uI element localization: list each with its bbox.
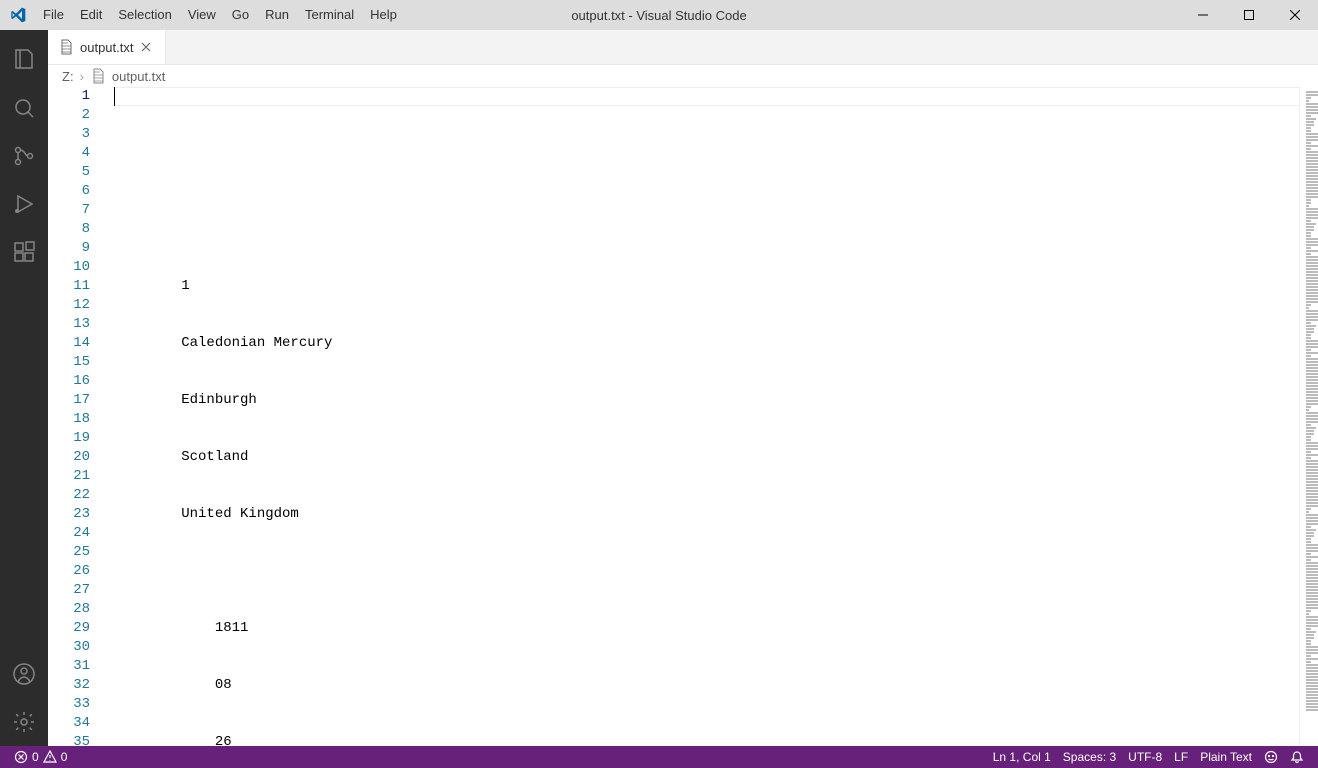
status-eol[interactable]: LF	[1168, 746, 1194, 768]
line-number: 24	[48, 524, 90, 543]
search-icon[interactable]	[0, 84, 48, 132]
current-line-highlight	[112, 87, 1299, 106]
minimap[interactable]	[1299, 87, 1318, 746]
explorer-icon[interactable]	[0, 36, 48, 84]
editor-content[interactable]: 1 Caledonian Mercury Edinburgh Scotland …	[112, 87, 1299, 746]
status-encoding[interactable]: UTF-8	[1122, 746, 1168, 768]
status-errors-count: 0	[32, 750, 39, 764]
status-notifications-icon[interactable]	[1284, 746, 1310, 768]
line-number: 13	[48, 315, 90, 334]
menu-view[interactable]: View	[180, 0, 224, 30]
status-warnings-count: 0	[61, 750, 68, 764]
file-icon	[90, 68, 106, 84]
minimap-content	[1300, 87, 1318, 716]
menu-edit[interactable]: Edit	[72, 0, 110, 30]
minimize-button[interactable]	[1180, 0, 1226, 30]
menu-terminal[interactable]: Terminal	[297, 0, 362, 30]
status-cursor-position[interactable]: Ln 1, Col 1	[987, 746, 1057, 768]
window-controls	[1180, 0, 1318, 30]
code-line: Scotland	[112, 448, 1299, 467]
status-bar: 0 0 Ln 1, Col 1 Spaces: 3 UTF-8 LF Plain…	[0, 746, 1318, 768]
line-number: 12	[48, 296, 90, 315]
line-number: 15	[48, 353, 90, 372]
editor-group: output.txt Z: › output.txt	[48, 30, 1318, 746]
menu-file[interactable]: File	[35, 0, 72, 30]
tab-close-icon[interactable]	[139, 40, 155, 54]
code-line: 08	[112, 676, 1299, 695]
code-line	[112, 562, 1299, 581]
close-button[interactable]	[1272, 0, 1318, 30]
line-number: 14	[48, 334, 90, 353]
tab-output-txt[interactable]: output.txt	[48, 30, 166, 64]
vscode-logo-icon	[0, 7, 35, 23]
line-number: 28	[48, 600, 90, 619]
status-feedback-icon[interactable]	[1258, 746, 1284, 768]
menu-help[interactable]: Help	[362, 0, 405, 30]
code-line: 1811	[112, 619, 1299, 638]
line-number: 3	[48, 125, 90, 144]
line-number: 6	[48, 182, 90, 201]
line-number: 35	[48, 733, 90, 746]
line-number: 8	[48, 220, 90, 239]
line-number: 25	[48, 543, 90, 562]
activity-bar	[0, 30, 48, 746]
text-cursor	[114, 87, 115, 106]
main-area: output.txt Z: › output.txt	[0, 30, 1318, 746]
line-number: 26	[48, 562, 90, 581]
file-icon	[58, 39, 74, 55]
code-line: 1	[112, 277, 1299, 296]
accounts-icon[interactable]	[0, 650, 48, 698]
menu-go[interactable]: Go	[224, 0, 257, 30]
title-bar: File Edit Selection View Go Run Terminal…	[0, 0, 1318, 30]
run-debug-icon[interactable]	[0, 180, 48, 228]
breadcrumb-file[interactable]: output.txt	[112, 69, 165, 84]
status-problems[interactable]: 0 0	[8, 746, 73, 768]
settings-gear-icon[interactable]	[0, 698, 48, 746]
line-number: 22	[48, 486, 90, 505]
line-number: 16	[48, 372, 90, 391]
code-line	[112, 163, 1299, 182]
line-number-gutter: 1 2 3 4 5 6 7 8 9 10 11 12 13 14 15 16 1…	[48, 87, 112, 746]
editor-tabs: output.txt	[48, 30, 1318, 65]
breadcrumb-root[interactable]: Z:	[62, 69, 74, 84]
code-line: Edinburgh	[112, 391, 1299, 410]
line-number: 33	[48, 695, 90, 714]
line-number: 27	[48, 581, 90, 600]
line-number: 30	[48, 638, 90, 657]
maximize-button[interactable]	[1226, 0, 1272, 30]
line-number: 18	[48, 410, 90, 429]
extensions-icon[interactable]	[0, 228, 48, 276]
code-line: 26	[112, 733, 1299, 746]
line-number: 10	[48, 258, 90, 277]
line-number: 2	[48, 106, 90, 125]
menu-selection[interactable]: Selection	[110, 0, 179, 30]
line-number: 34	[48, 714, 90, 733]
code-line	[112, 220, 1299, 239]
line-number: 1	[48, 87, 90, 106]
line-number: 31	[48, 657, 90, 676]
status-language-mode[interactable]: Plain Text	[1194, 746, 1258, 768]
line-number: 20	[48, 448, 90, 467]
status-indentation[interactable]: Spaces: 3	[1057, 746, 1122, 768]
line-number: 5	[48, 163, 90, 182]
line-number: 29	[48, 619, 90, 638]
line-number: 9	[48, 239, 90, 258]
line-number: 21	[48, 467, 90, 486]
text-editor[interactable]: 1 2 3 4 5 6 7 8 9 10 11 12 13 14 15 16 1…	[48, 87, 1318, 746]
line-number: 4	[48, 144, 90, 163]
code-line: Caledonian Mercury	[112, 334, 1299, 353]
line-number: 32	[48, 676, 90, 695]
line-number: 17	[48, 391, 90, 410]
code-line: United Kingdom	[112, 505, 1299, 524]
line-number: 23	[48, 505, 90, 524]
line-number: 19	[48, 429, 90, 448]
menu-run[interactable]: Run	[257, 0, 297, 30]
menu-bar: File Edit Selection View Go Run Terminal…	[35, 0, 405, 30]
tab-label: output.txt	[80, 40, 133, 55]
breadcrumb[interactable]: Z: › output.txt	[48, 65, 1318, 87]
chevron-right-icon: ›	[80, 69, 84, 84]
source-control-icon[interactable]	[0, 132, 48, 180]
line-number: 7	[48, 201, 90, 220]
line-number: 11	[48, 277, 90, 296]
